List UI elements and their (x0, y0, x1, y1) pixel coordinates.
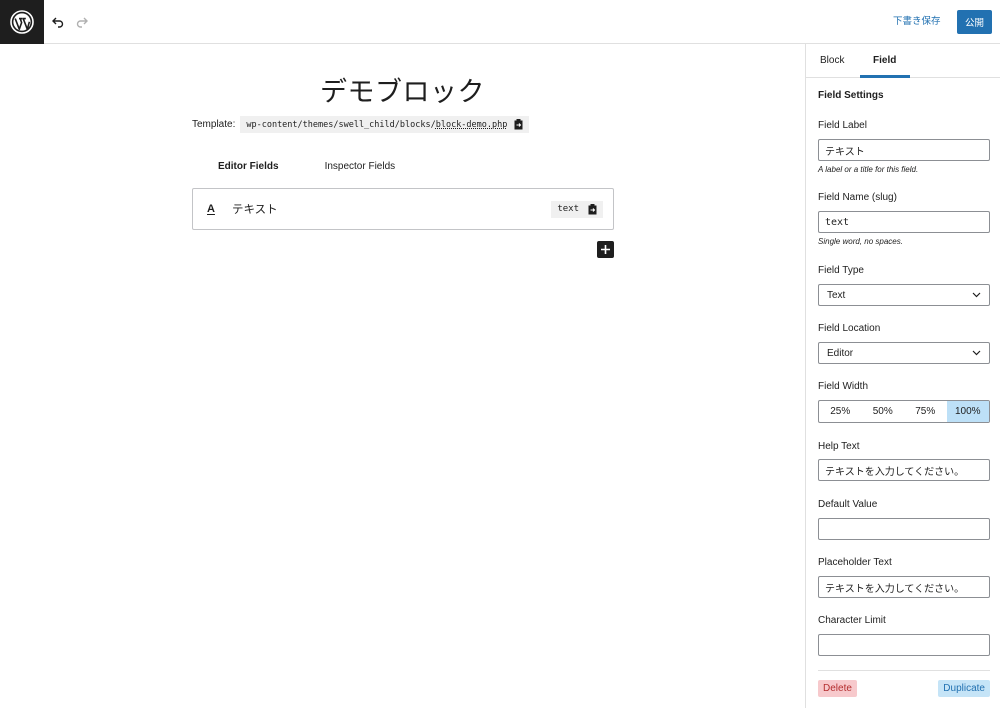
delete-button[interactable]: Delete (818, 680, 857, 697)
field-width-group: 25% 50% 75% 100% (818, 400, 990, 423)
width-option-25[interactable]: 25% (819, 401, 862, 422)
section-title: Field Settings (818, 90, 884, 101)
tab-block[interactable]: Block (806, 44, 860, 77)
placeholder-text-input[interactable]: テキストを入力してください。 (818, 576, 990, 598)
template-row: Template: wp-content/themes/swell_child/… (192, 116, 530, 133)
undo-icon[interactable] (48, 12, 68, 32)
field-width-label: Field Width (818, 381, 869, 392)
field-type-select[interactable]: Text (818, 284, 990, 306)
field-name-input[interactable]: text (818, 211, 990, 233)
field-label-input[interactable]: テキスト (818, 139, 990, 161)
tab-inspector-fields[interactable]: Inspector Fields (325, 161, 396, 172)
field-type-value: Text (827, 289, 846, 301)
character-limit-input[interactable] (818, 634, 990, 656)
field-name-help: Single word, no spaces. (818, 237, 903, 246)
width-option-75[interactable]: 75% (904, 401, 947, 422)
tab-editor-fields[interactable]: Editor Fields (218, 161, 279, 172)
top-toolbar: 下書き保存 公開 (0, 0, 1000, 44)
settings-sidebar: Block Field Field Settings Field Label テ… (805, 44, 1000, 708)
field-label-label: Field Label (818, 120, 867, 131)
copy-icon[interactable] (587, 203, 597, 215)
add-field-button[interactable] (597, 241, 614, 258)
tab-field[interactable]: Field (860, 44, 910, 78)
width-option-50[interactable]: 50% (862, 401, 905, 422)
help-text-input[interactable]: テキストを入力してください。 (818, 459, 990, 481)
field-card[interactable]: A テキスト text (192, 188, 614, 230)
width-option-100[interactable]: 100% (946, 401, 989, 422)
default-value-label: Default Value (818, 499, 878, 510)
template-file: block-demo.php (435, 119, 508, 130)
text-field-icon: A (207, 203, 215, 215)
field-location-select[interactable]: Editor (818, 342, 990, 364)
save-draft-button[interactable]: 下書き保存 (893, 13, 941, 27)
field-location-value: Editor (827, 347, 854, 359)
sidebar-tabs: Block Field (806, 44, 1000, 78)
wordpress-logo-icon[interactable] (0, 0, 44, 44)
template-label: Template: (192, 119, 236, 130)
divider (818, 670, 990, 671)
field-slug-badge: text (551, 200, 603, 218)
field-type-label: Field Type (818, 265, 864, 276)
field-name-label: Field Name (slug) (818, 192, 897, 203)
redo-icon[interactable] (72, 12, 92, 32)
chevron-down-icon (972, 350, 981, 356)
placeholder-text-label: Placeholder Text (818, 557, 892, 568)
field-location-label: Field Location (818, 323, 881, 334)
duplicate-button[interactable]: Duplicate (938, 680, 990, 697)
template-path: wp-content/themes/swell_child/blocks/blo… (240, 116, 530, 133)
field-label-help: A label or a title for this field. (818, 165, 919, 174)
field-tabs: Editor Fields Inspector Fields (218, 161, 395, 172)
plus-icon (601, 245, 610, 254)
publish-button[interactable]: 公開 (957, 10, 992, 34)
help-text-label: Help Text (818, 441, 860, 452)
template-dir: wp-content/themes/swell_child/blocks/ (246, 119, 436, 130)
character-limit-label: Character Limit (818, 615, 886, 626)
editor-canvas: デモブロック Template: wp-content/themes/swell… (0, 45, 805, 708)
block-title[interactable]: デモブロック (0, 70, 805, 109)
default-value-input[interactable] (818, 518, 990, 540)
chevron-down-icon (972, 292, 981, 298)
field-card-label: テキスト (232, 202, 278, 216)
field-slug: text (557, 204, 579, 214)
copy-icon[interactable] (513, 119, 523, 130)
